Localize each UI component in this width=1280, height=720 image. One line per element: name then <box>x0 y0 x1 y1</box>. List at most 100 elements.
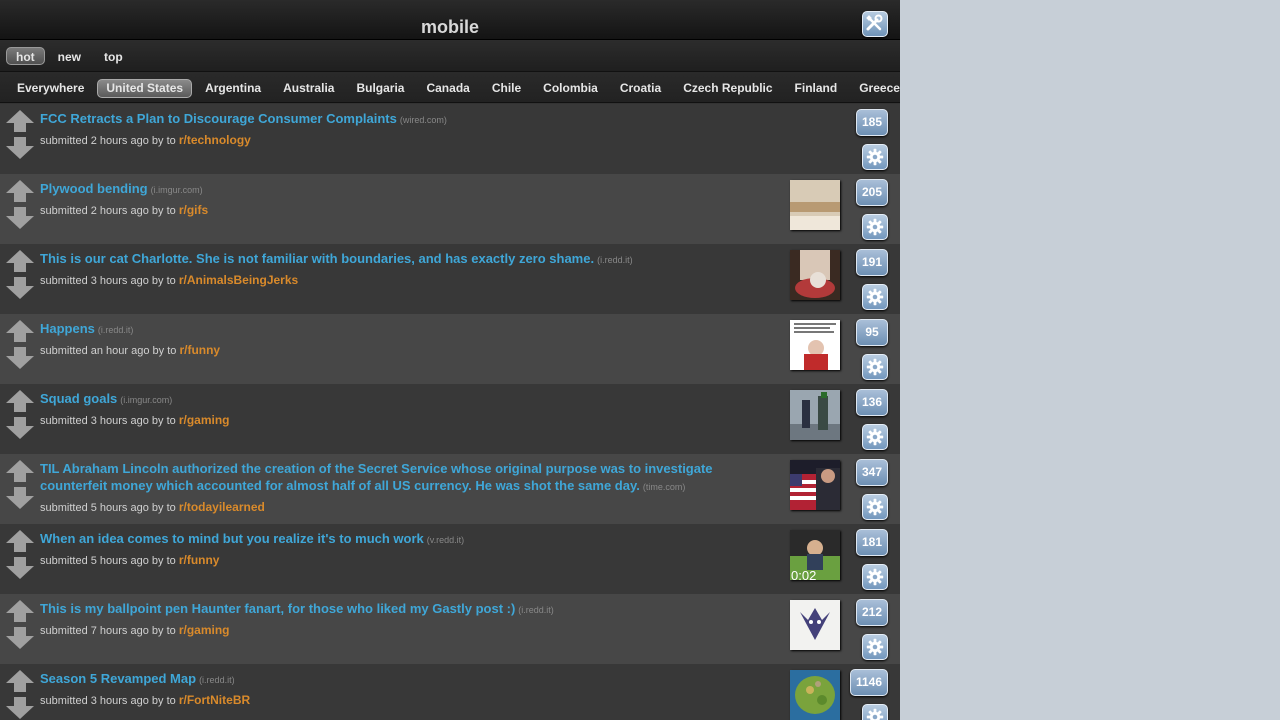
gear-icon <box>866 708 884 720</box>
score-badge[interactable]: 95 <box>856 319 888 346</box>
post-domain[interactable]: (i.redd.it) <box>98 325 134 335</box>
downvote-arrow-icon[interactable] <box>5 697 35 719</box>
subreddit-link[interactable]: r/AnimalsBeingJerks <box>179 273 298 287</box>
post-domain[interactable]: (i.redd.it) <box>597 255 633 265</box>
post-content: When an idea comes to mind but you reali… <box>40 530 775 568</box>
upvote-arrow-icon[interactable] <box>5 110 35 132</box>
post-options-button[interactable] <box>862 424 888 450</box>
post-thumbnail[interactable] <box>790 180 840 230</box>
post-domain[interactable]: (v.redd.it) <box>427 535 464 545</box>
country-colombia[interactable]: Colombia <box>534 79 607 98</box>
downvote-arrow-icon[interactable] <box>5 137 35 159</box>
downvote-arrow-icon[interactable] <box>5 277 35 299</box>
country-everywhere[interactable]: Everywhere <box>8 79 93 98</box>
score-badge[interactable]: 205 <box>855 179 888 206</box>
post-title-link[interactable]: Squad goals <box>40 391 117 406</box>
vote-controls <box>5 460 35 509</box>
post-options-button[interactable] <box>862 214 888 240</box>
subreddit-link[interactable]: r/funny <box>179 343 220 357</box>
upvote-arrow-icon[interactable] <box>5 460 35 482</box>
post-title-link[interactable]: FCC Retracts a Plan to Discourage Consum… <box>40 111 397 126</box>
upvote-arrow-icon[interactable] <box>5 180 35 202</box>
upvote-arrow-icon[interactable] <box>5 600 35 622</box>
score-badge[interactable]: 212 <box>855 599 888 626</box>
tab-top[interactable]: top <box>94 47 133 65</box>
upvote-arrow-icon[interactable] <box>5 250 35 272</box>
country-argentina[interactable]: Argentina <box>196 79 270 98</box>
post-domain[interactable]: (i.imgur.com) <box>120 395 172 405</box>
score-badge[interactable]: 136 <box>855 389 888 416</box>
subreddit-link[interactable]: r/todayilearned <box>179 500 265 514</box>
subreddit-link[interactable]: r/gaming <box>179 623 230 637</box>
country-canada[interactable]: Canada <box>417 79 478 98</box>
score-badge[interactable]: 1146 <box>849 669 888 696</box>
score-badge[interactable]: 185 <box>855 109 888 136</box>
upvote-arrow-icon[interactable] <box>5 670 35 692</box>
post-options-button[interactable] <box>862 144 888 170</box>
country-croatia[interactable]: Croatia <box>611 79 670 98</box>
country-chile[interactable]: Chile <box>483 79 530 98</box>
post-content: Squad goals (i.imgur.com) submitted 3 hou… <box>40 390 775 428</box>
score-badge[interactable]: 181 <box>855 529 888 556</box>
post-meta: submitted 5 hours ago by to r/todayilear… <box>40 500 775 515</box>
subreddit-link[interactable]: r/gifs <box>179 203 208 217</box>
subreddit-link[interactable]: r/technology <box>179 133 251 147</box>
vote-controls <box>5 390 35 439</box>
upvote-arrow-icon[interactable] <box>5 530 35 552</box>
post-thumbnail[interactable] <box>790 670 840 720</box>
downvote-arrow-icon[interactable] <box>5 207 35 229</box>
post-domain[interactable]: (i.imgur.com) <box>151 185 203 195</box>
subreddit-link[interactable]: r/funny <box>179 553 220 567</box>
post-options-button[interactable] <box>862 494 888 520</box>
post-options-button[interactable] <box>862 354 888 380</box>
post-content: TIL Abraham Lincoln authorized the creat… <box>40 460 775 515</box>
post-title-link[interactable]: Plywood bending <box>40 181 148 196</box>
country-australia[interactable]: Australia <box>274 79 343 98</box>
upvote-arrow-icon[interactable] <box>5 320 35 342</box>
post-title-link[interactable]: When an idea comes to mind but you reali… <box>40 531 424 546</box>
post-thumbnail[interactable] <box>790 320 840 370</box>
subreddit-link[interactable]: r/FortNiteBR <box>179 693 250 707</box>
post-options-button[interactable] <box>862 634 888 660</box>
tab-hot[interactable]: hot <box>6 46 45 65</box>
post-options-button[interactable] <box>862 564 888 590</box>
post-title-link[interactable]: Season 5 Revamped Map <box>40 671 196 686</box>
country-finland[interactable]: Finland <box>786 79 847 98</box>
post-meta: submitted 2 hours ago by to r/gifs <box>40 203 775 218</box>
post-row: Season 5 Revamped Map (i.redd.it) submitt… <box>0 664 900 720</box>
gear-icon <box>866 358 884 376</box>
downvote-arrow-icon[interactable] <box>5 417 35 439</box>
score-badge[interactable]: 347 <box>855 459 888 486</box>
tools-button[interactable] <box>862 11 888 37</box>
post-domain[interactable]: (i.redd.it) <box>199 675 235 685</box>
post-domain[interactable]: (wired.com) <box>400 115 447 125</box>
post-domain[interactable]: (time.com) <box>643 482 686 492</box>
country-czech-republic[interactable]: Czech Republic <box>674 79 781 98</box>
upvote-arrow-icon[interactable] <box>5 390 35 412</box>
post-options-button[interactable] <box>862 284 888 310</box>
downvote-arrow-icon[interactable] <box>5 627 35 649</box>
post-options-button[interactable] <box>862 704 888 720</box>
post-thumbnail[interactable] <box>790 600 840 650</box>
post-title-link[interactable]: This is our cat Charlotte. She is not fa… <box>40 251 594 266</box>
score-badge[interactable]: 191 <box>855 249 888 276</box>
post-title-link[interactable]: TIL Abraham Lincoln authorized the creat… <box>40 461 713 493</box>
downvote-arrow-icon[interactable] <box>5 347 35 369</box>
subreddit-link[interactable]: r/gaming <box>179 413 230 427</box>
country-united-states[interactable]: United States <box>97 79 193 98</box>
downvote-arrow-icon[interactable] <box>5 557 35 579</box>
country-greece[interactable]: Greece <box>850 79 900 98</box>
post-domain[interactable]: (i.redd.it) <box>518 605 554 615</box>
post-title-link[interactable]: Happens <box>40 321 95 336</box>
post-thumbnail[interactable] <box>790 250 840 300</box>
post-thumbnail[interactable] <box>790 390 840 440</box>
post-list: FCC Retracts a Plan to Discourage Consum… <box>0 104 900 720</box>
post-title-link[interactable]: This is my ballpoint pen Haunter fanart,… <box>40 601 515 616</box>
post-thumbnail[interactable] <box>790 460 840 510</box>
submitted-info: submitted 2 hours ago by to <box>40 135 176 147</box>
gear-icon <box>866 498 884 516</box>
post-thumbnail[interactable]: 0:02 <box>790 530 840 580</box>
country-bulgaria[interactable]: Bulgaria <box>347 79 413 98</box>
downvote-arrow-icon[interactable] <box>5 487 35 509</box>
tab-new[interactable]: new <box>48 47 91 65</box>
